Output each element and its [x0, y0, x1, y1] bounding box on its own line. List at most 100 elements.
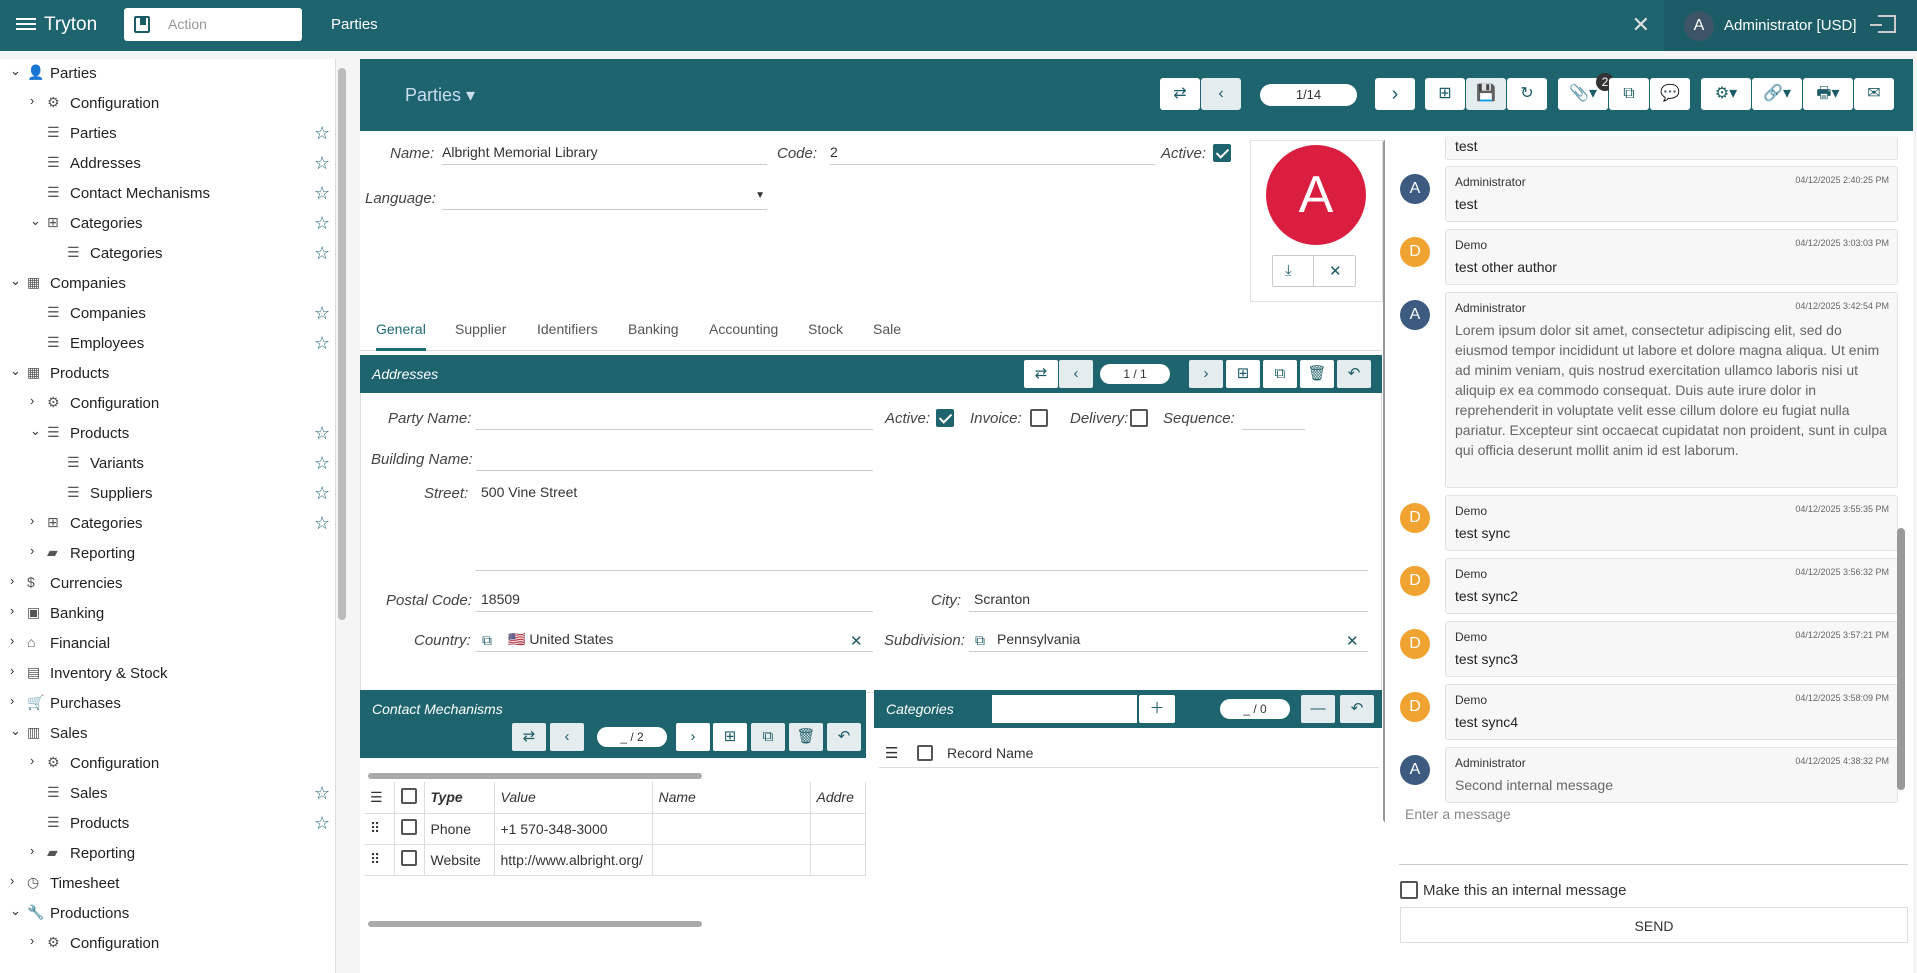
- clear-country-icon[interactable]: ✕: [850, 632, 863, 650]
- sidebar-item-categories[interactable]: › ⊞ Categories ☆: [0, 509, 335, 539]
- sidebar-item-categories[interactable]: ⌄ ⊞ Categories ☆: [0, 209, 335, 239]
- categories-add-button[interactable]: ＋: [1139, 695, 1175, 723]
- open-link-icon[interactable]: ⧉: [975, 632, 985, 649]
- sequence-field[interactable]: [1242, 406, 1305, 430]
- relate-button[interactable]: 🔗▾: [1752, 78, 1802, 110]
- sidebar-item-configuration[interactable]: › ⚙ Configuration: [0, 929, 335, 959]
- sidebar-item-timesheet[interactable]: › ◷ Timesheet: [0, 869, 335, 899]
- star-icon[interactable]: ☆: [314, 213, 330, 234]
- chevron-down-icon[interactable]: ⌄: [10, 63, 24, 79]
- addresses-open-button[interactable]: ⧉: [1263, 360, 1297, 388]
- chevron-right-icon[interactable]: ›: [10, 633, 24, 648]
- sidebar-item-sales[interactable]: ⌄ ▥ Sales: [0, 719, 335, 749]
- chevron-down-icon[interactable]: ⌄: [30, 213, 44, 229]
- columns-icon[interactable]: ☰: [885, 744, 898, 762]
- chevron-down-icon[interactable]: ⌄: [30, 423, 44, 439]
- table-row[interactable]: ⠿ Website http://www.albright.org/: [364, 844, 866, 876]
- tab-title[interactable]: Parties: [331, 16, 378, 33]
- sidebar-item-parties[interactable]: ☰ Parties ☆: [0, 119, 335, 149]
- sidebar-item-products[interactable]: ⌄ ☰ Products ☆: [0, 419, 335, 449]
- contacts-hscroll[interactable]: [368, 773, 702, 779]
- columns-icon[interactable]: ☰: [364, 782, 395, 814]
- chevron-right-icon[interactable]: ›: [30, 843, 44, 858]
- star-icon[interactable]: ☆: [314, 783, 330, 804]
- tab-general[interactable]: General: [376, 321, 426, 351]
- categories-undo-button[interactable]: ↶: [1340, 695, 1374, 723]
- name-field[interactable]: Albright Memorial Library: [442, 141, 767, 165]
- sidebar-item-products[interactable]: ⌄ ▦ Products: [0, 359, 335, 389]
- star-icon[interactable]: ☆: [314, 303, 330, 324]
- chevron-right-icon[interactable]: ›: [30, 93, 44, 108]
- chevron-right-icon[interactable]: ›: [30, 753, 44, 768]
- sidebar-item-sales[interactable]: ☰ Sales ☆: [0, 779, 335, 809]
- chevron-right-icon[interactable]: ›: [10, 603, 24, 618]
- switch-view-button[interactable]: ⇄: [1160, 78, 1200, 110]
- sidebar-item-contact-mechanisms[interactable]: ☰ Contact Mechanisms ☆: [0, 179, 335, 209]
- chevron-right-icon[interactable]: ›: [10, 873, 24, 888]
- cell-type[interactable]: Website: [424, 844, 495, 876]
- message-input[interactable]: Enter a message: [1399, 800, 1908, 865]
- language-select[interactable]: ▼: [442, 186, 767, 210]
- table-row[interactable]: ⠿ Phone +1 570-348-3000: [364, 813, 866, 845]
- previous-button[interactable]: ‹: [1201, 78, 1241, 110]
- sidebar-item-configuration[interactable]: › ⚙ Configuration: [0, 749, 335, 779]
- sidebar-item-configuration[interactable]: › ⚙ Configuration: [0, 89, 335, 119]
- sidebar-item-productions[interactable]: ⌄ 🔧 Productions: [0, 899, 335, 929]
- categories-remove-button[interactable]: —: [1301, 695, 1335, 723]
- tab-banking[interactable]: Banking: [628, 321, 679, 337]
- sidebar-item-reporting[interactable]: › ▰ Reporting: [0, 839, 335, 869]
- code-field[interactable]: 2: [830, 141, 1155, 165]
- contacts-delete-button[interactable]: 🗑: [789, 723, 823, 751]
- cell-type[interactable]: Phone: [424, 813, 495, 845]
- party-name-field[interactable]: [476, 406, 873, 430]
- chevron-right-icon[interactable]: ›: [10, 663, 24, 678]
- chevron-right-icon[interactable]: ›: [30, 543, 44, 558]
- addresses-next-button[interactable]: ›: [1189, 360, 1223, 388]
- drag-handle-icon[interactable]: ⠿: [364, 844, 395, 876]
- chevron-right-icon[interactable]: ›: [10, 573, 24, 588]
- chat-button[interactable]: 💬: [1650, 78, 1690, 110]
- avatar[interactable]: A: [1684, 11, 1714, 41]
- chevron-right-icon[interactable]: ›: [30, 933, 44, 948]
- new-record-button[interactable]: ⊞: [1425, 78, 1465, 110]
- cell-address[interactable]: [810, 813, 866, 845]
- row-checkbox[interactable]: [394, 813, 425, 845]
- country-field[interactable]: 🇺🇸 United States: [476, 628, 873, 652]
- star-icon[interactable]: ☆: [314, 333, 330, 354]
- send-button[interactable]: SEND: [1400, 907, 1908, 943]
- star-icon[interactable]: ☆: [314, 183, 330, 204]
- star-icon[interactable]: ☆: [314, 123, 330, 144]
- addresses-previous-button[interactable]: ‹: [1059, 360, 1093, 388]
- cell-address[interactable]: [810, 844, 866, 876]
- contacts-previous-button[interactable]: ‹: [550, 723, 584, 751]
- user-name[interactable]: Administrator [USD]: [1724, 17, 1857, 34]
- row-checkbox[interactable]: [394, 844, 425, 876]
- logout-icon[interactable]: [1870, 15, 1896, 33]
- sidebar-item-parties[interactable]: ⌄ 👤 Parties: [0, 59, 335, 89]
- save-button[interactable]: 💾: [1466, 78, 1506, 110]
- sidebar-scrollbar[interactable]: [338, 68, 346, 620]
- address-active-checkbox[interactable]: [936, 409, 954, 427]
- chevron-right-icon[interactable]: ›: [10, 693, 24, 708]
- action-input[interactable]: Action: [168, 16, 207, 32]
- sidebar-item-suppliers[interactable]: ☰ Suppliers ☆: [0, 479, 335, 509]
- cell-name[interactable]: [652, 844, 811, 876]
- chevron-down-icon[interactable]: ▼: [755, 190, 765, 201]
- sidebar-item-inventory-stock[interactable]: › ▤ Inventory & Stock: [0, 659, 335, 689]
- contacts-open-button[interactable]: ⧉: [751, 723, 785, 751]
- column-name[interactable]: Name: [652, 782, 811, 814]
- chevron-down-icon[interactable]: ⌄: [10, 723, 24, 739]
- chevron-down-icon[interactable]: ⌄: [10, 903, 24, 919]
- action-button[interactable]: ⚙▾: [1701, 78, 1751, 110]
- sidebar-item-variants[interactable]: ☰ Variants ☆: [0, 449, 335, 479]
- star-icon[interactable]: ☆: [314, 813, 330, 834]
- chevron-down-icon[interactable]: ⌄: [10, 363, 24, 379]
- star-icon[interactable]: ☆: [314, 423, 330, 444]
- star-icon[interactable]: ☆: [314, 453, 330, 474]
- star-icon[interactable]: ☆: [314, 153, 330, 174]
- tab-sale[interactable]: Sale: [873, 321, 901, 337]
- column-type[interactable]: Type: [424, 782, 495, 814]
- close-tab-icon[interactable]: ✕: [1632, 12, 1650, 38]
- city-field[interactable]: Scranton: [969, 588, 1368, 612]
- chevron-down-icon[interactable]: ⌄: [10, 273, 24, 289]
